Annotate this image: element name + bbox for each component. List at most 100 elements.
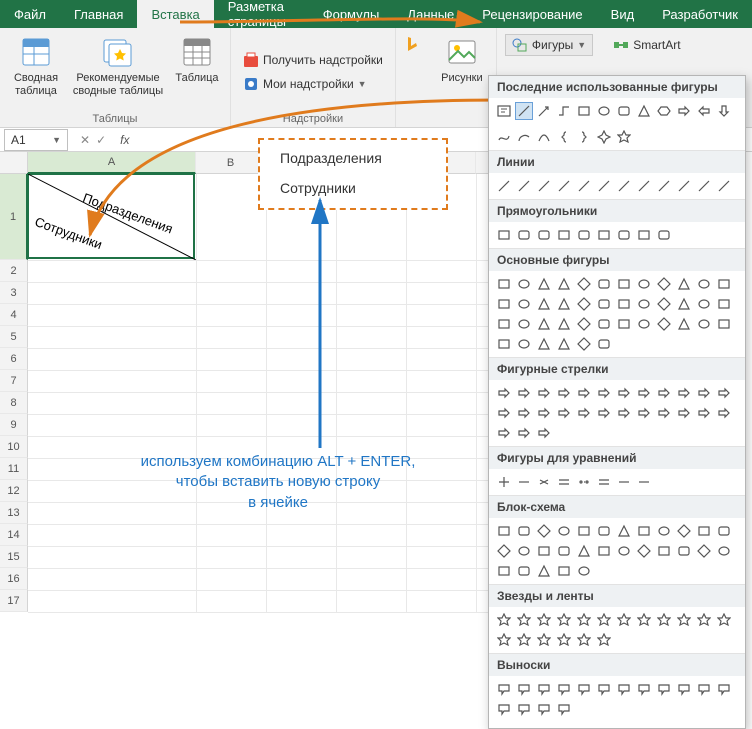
shape-item[interactable]: [715, 611, 733, 629]
smartart-button[interactable]: SmartArt: [609, 34, 684, 56]
shape-item[interactable]: [495, 384, 513, 402]
shape-item[interactable]: [635, 177, 653, 195]
shape-item[interactable]: [635, 680, 653, 698]
row-header-1[interactable]: 1: [0, 174, 28, 260]
row-header[interactable]: 12: [0, 480, 28, 502]
tab-data[interactable]: Данные: [393, 0, 468, 28]
row-header[interactable]: 7: [0, 370, 28, 392]
shape-item[interactable]: [675, 611, 693, 629]
shape-item[interactable]: [555, 542, 573, 560]
shape-item[interactable]: [715, 384, 733, 402]
shape-item[interactable]: [515, 384, 533, 402]
shape-star5[interactable]: [615, 128, 633, 146]
shape-item[interactable]: [575, 177, 593, 195]
shape-item[interactable]: [635, 404, 653, 422]
shape-item[interactable]: [515, 562, 533, 580]
shape-item[interactable]: [595, 177, 613, 195]
shape-arrow-left[interactable]: [695, 102, 713, 120]
shape-item[interactable]: [595, 226, 613, 244]
shape-item[interactable]: [615, 473, 633, 491]
shape-item[interactable]: [575, 631, 593, 649]
tab-layout[interactable]: Разметка страницы: [214, 0, 309, 28]
shape-item[interactable]: [535, 680, 553, 698]
shape-item[interactable]: [615, 611, 633, 629]
shape-item[interactable]: [655, 315, 673, 333]
shape-item[interactable]: [575, 562, 593, 580]
shape-item[interactable]: [575, 542, 593, 560]
shape-item[interactable]: [555, 226, 573, 244]
shape-arrow-right[interactable]: [675, 102, 693, 120]
row-header[interactable]: 14: [0, 524, 28, 546]
shape-item[interactable]: [615, 404, 633, 422]
shape-item[interactable]: [535, 473, 553, 491]
row-header[interactable]: 6: [0, 348, 28, 370]
shape-item[interactable]: [535, 275, 553, 293]
shape-hexagon[interactable]: [655, 102, 673, 120]
shape-item[interactable]: [715, 680, 733, 698]
shape-line[interactable]: [515, 102, 533, 120]
shape-item[interactable]: [715, 295, 733, 313]
shape-item[interactable]: [655, 404, 673, 422]
shape-item[interactable]: [695, 384, 713, 402]
shape-line-arrow[interactable]: [535, 102, 553, 120]
shape-item[interactable]: [555, 275, 573, 293]
shape-item[interactable]: [555, 295, 573, 313]
shape-item[interactable]: [695, 404, 713, 422]
tab-view[interactable]: Вид: [597, 0, 649, 28]
shape-item[interactable]: [655, 384, 673, 402]
shape-item[interactable]: [515, 611, 533, 629]
shape-item[interactable]: [535, 542, 553, 560]
tab-insert[interactable]: Вставка: [137, 0, 213, 28]
shape-item[interactable]: [495, 542, 513, 560]
shape-item[interactable]: [635, 611, 653, 629]
shape-item[interactable]: [495, 522, 513, 540]
shape-item[interactable]: [655, 226, 673, 244]
tab-home[interactable]: Главная: [60, 0, 137, 28]
shape-item[interactable]: [615, 177, 633, 195]
row-header[interactable]: 5: [0, 326, 28, 348]
shape-item[interactable]: [515, 424, 533, 442]
shape-item[interactable]: [555, 700, 573, 718]
shape-item[interactable]: [575, 680, 593, 698]
shape-item[interactable]: [595, 631, 613, 649]
shape-item[interactable]: [555, 562, 573, 580]
my-addins-button[interactable]: Мои надстройки ▼: [239, 74, 371, 94]
shape-item[interactable]: [515, 473, 533, 491]
table-button[interactable]: Таблица: [172, 32, 222, 85]
shape-item[interactable]: [675, 680, 693, 698]
shape-item[interactable]: [695, 295, 713, 313]
recommended-pivot-button[interactable]: Рекомендуемые сводные таблицы: [72, 32, 164, 97]
shape-item[interactable]: [535, 631, 553, 649]
col-header-A[interactable]: A: [28, 152, 196, 174]
enter-icon[interactable]: ✓: [96, 133, 106, 147]
shape-textbox[interactable]: [495, 102, 513, 120]
tab-formulas[interactable]: Формулы: [309, 0, 394, 28]
shape-arc[interactable]: [515, 128, 533, 146]
shape-item[interactable]: [535, 424, 553, 442]
row-header[interactable]: 2: [0, 260, 28, 282]
shape-item[interactable]: [555, 631, 573, 649]
shape-item[interactable]: [515, 315, 533, 333]
shape-item[interactable]: [695, 522, 713, 540]
shape-item[interactable]: [655, 177, 673, 195]
shape-item[interactable]: [595, 522, 613, 540]
shape-item[interactable]: [635, 473, 653, 491]
shape-item[interactable]: [615, 522, 633, 540]
shape-item[interactable]: [535, 562, 553, 580]
shape-item[interactable]: [715, 275, 733, 293]
shape-item[interactable]: [495, 275, 513, 293]
shape-item[interactable]: [615, 384, 633, 402]
shape-item[interactable]: [495, 700, 513, 718]
shape-item[interactable]: [575, 295, 593, 313]
shapes-dropdown-button[interactable]: Фигуры ▼: [505, 34, 593, 56]
tab-review[interactable]: Рецензирование: [468, 0, 596, 28]
tab-developer[interactable]: Разработчик: [648, 0, 752, 28]
shape-item[interactable]: [635, 542, 653, 560]
shape-item[interactable]: [555, 611, 573, 629]
shape-item[interactable]: [555, 384, 573, 402]
shape-item[interactable]: [595, 611, 613, 629]
shape-item[interactable]: [595, 404, 613, 422]
shape-item[interactable]: [675, 315, 693, 333]
shape-item[interactable]: [695, 315, 713, 333]
shape-item[interactable]: [715, 315, 733, 333]
